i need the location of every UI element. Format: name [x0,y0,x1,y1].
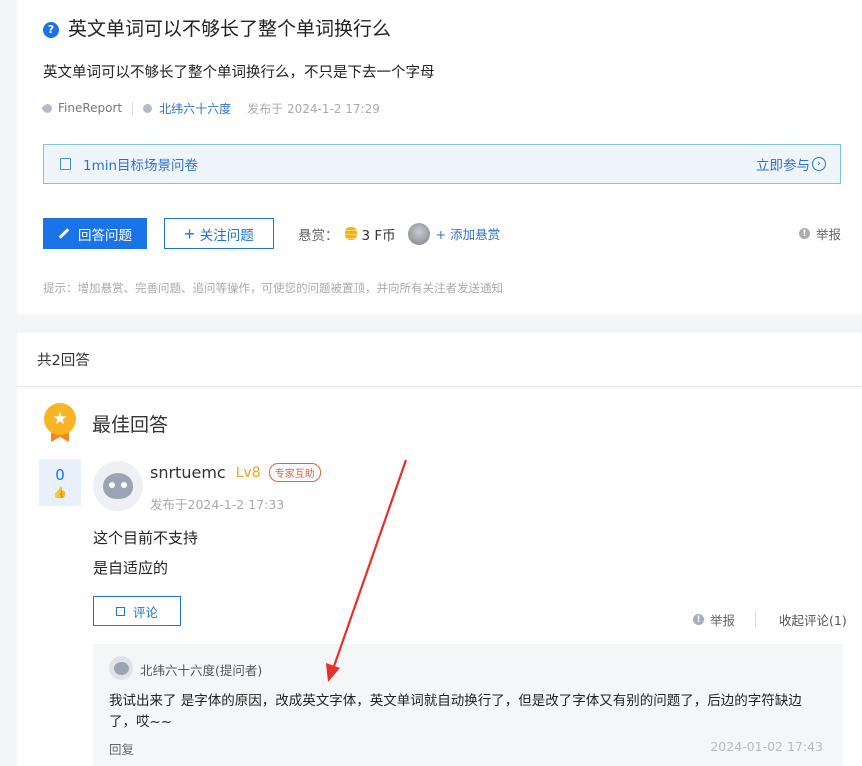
edit-icon [115,606,125,616]
avatar[interactable] [109,656,133,680]
answer-question-button[interactable]: 回答问题 [43,218,147,249]
comment-date: 2024-01-02 17:43 [710,739,823,754]
answer-username[interactable]: snrtuemc [150,463,226,482]
question-tag[interactable]: FineReport [58,101,122,115]
divider [132,101,134,115]
question-mark-icon: ? [43,21,59,38]
answer-question-label: 回答问题 [78,227,132,243]
arrow-right-circle-icon: › [812,157,826,171]
reward-user-avatar [407,222,430,245]
tag-icon [41,101,54,115]
best-answer-header: ★ 最佳回答 [42,403,168,443]
report-answer-button[interactable]: ! 举报 [693,610,735,629]
answer-text-line: 是自适应的 [93,559,169,577]
comment-button[interactable]: 评论 [93,596,181,626]
reward-value: 3 F币 [361,227,396,244]
avatar[interactable] [93,461,143,511]
question-author[interactable]: 北纬六十六度 [159,100,231,117]
answer-count: 共2回答 [37,353,90,369]
medal-icon: ★ [42,403,78,443]
question-actions: 回答问题 + 关注问题 悬赏： 3 F币 + 添加悬赏 ! 举报 [43,218,841,249]
collapse-comments-button[interactable]: 收起评论(1) [779,610,847,629]
user-icon [143,103,153,113]
follow-question-button[interactable]: + 关注问题 [164,218,274,249]
answer-user-line: snrtuemc Lv8 专家互助 [150,463,321,482]
add-reward-link[interactable]: + 添加悬赏 [436,224,500,243]
coin-icon [344,227,357,240]
report-label: 举报 [710,613,736,628]
survey-banner[interactable]: 1min目标场景问卷 立即参与 › [43,144,841,184]
question-title: 英文单词可以不够长了整个单词换行么 [68,18,392,40]
user-level: Lv8 [235,464,261,481]
comment-author[interactable]: 北纬六十六度(提问者) [140,660,262,679]
survey-text: 1min目标场景问卷 [83,158,199,174]
answer-date: 发布于2024-1-2 17:33 [150,497,285,512]
follow-question-label: 关注问题 [199,227,254,243]
survey-join-label: 立即参与 [756,158,810,174]
reply-button[interactable]: 回复 [109,739,134,758]
reward-label: 悬赏： [298,227,339,244]
comment-text: 我试出来了 是字体的原因，改成英文字体，英文单词就自动换行了，但是改了字体又有别… [109,693,802,730]
expert-badge: 专家互助 [268,463,321,482]
report-question-button[interactable]: ! 举报 [798,224,841,243]
pencil-icon [58,228,70,239]
comment-label: 评论 [132,605,158,620]
warning-icon: ! [798,228,810,239]
divider [755,610,756,627]
report-label: 举报 [815,227,841,242]
question-description: 英文单词可以不够长了整个单词换行么，不只是下去一个字母 [43,65,435,81]
warning-icon: ! [693,614,704,625]
vote-count: 0 [55,466,65,484]
divider [17,386,862,387]
question-card: ? 英文单词可以不够长了整个单词换行么 英文单词可以不够长了整个单词换行么，不只… [17,0,862,314]
answer-text-line: 这个目前不支持 [93,529,199,547]
question-meta: FineReport 北纬六十六度 发布于 2024-1-2 17:29 [41,100,380,117]
comment-item: 北纬六十六度(提问者) 我试出来了 是字体的原因，改成英文字体，英文单词就自动换… [93,644,843,766]
plus-icon: + [184,223,195,244]
question-title-row: ? 英文单词可以不够长了整个单词换行么 [43,14,391,41]
upvote-button[interactable]: 0 👍 [39,459,81,506]
hint-text: 提示：增加悬赏、完善问题、追问等操作，可使您的问题被置顶，并向所有关注者发送通知 [43,281,503,295]
best-answer-title: 最佳回答 [92,413,169,436]
edit-icon [60,158,71,170]
thumbs-up-icon: 👍 [53,486,67,499]
answers-card: 共2回答 ★ 最佳回答 0 👍 snrtuemc Lv8 专家互助 发布于202… [17,333,862,766]
question-date: 发布于 2024-1-2 17:29 [247,101,380,116]
survey-join-link[interactable]: 立即参与 › [756,154,826,174]
